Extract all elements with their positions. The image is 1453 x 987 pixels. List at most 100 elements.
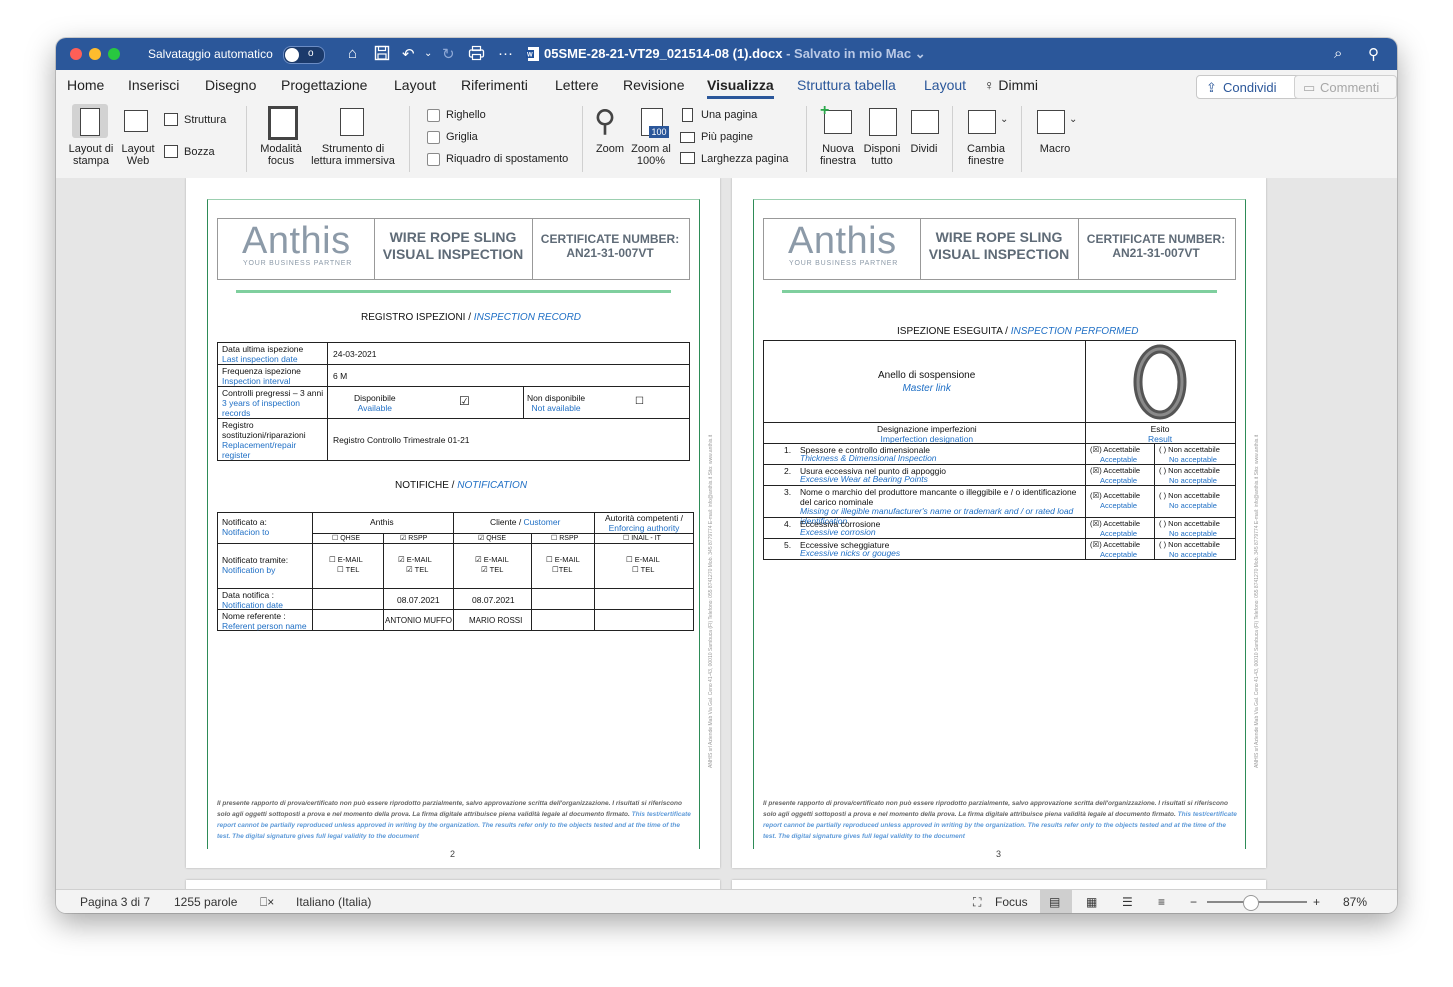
tab-dimmi[interactable]: ♀ Dimmi [984, 77, 1038, 93]
page-4[interactable] [186, 880, 720, 889]
acceptable-option[interactable]: (☒) Accettabile [1090, 540, 1140, 550]
page-width-icon[interactable] [680, 152, 695, 164]
layout-web-label[interactable]: Layout Web [120, 143, 156, 167]
zoom-slider[interactable] [1207, 895, 1307, 911]
bozza-label[interactable]: Bozza [184, 146, 215, 158]
close-window-button[interactable] [70, 48, 82, 60]
redo-icon[interactable]: ↻ [442, 45, 455, 63]
acceptable-option[interactable]: (☒) Accettabile [1090, 466, 1140, 476]
not-available-checkbox[interactable]: ☐ [635, 397, 644, 407]
not-acceptable-option[interactable]: ( ) Non accettabile [1159, 519, 1220, 529]
notification-date-label: Data notifica : Notification date [222, 590, 283, 610]
focus-mode-icon[interactable] [268, 106, 298, 140]
tab-inserisci[interactable]: Inserisci [128, 77, 179, 93]
document-title[interactable]: 05SME-28-21-VT29_021514-08 (1).docx - Sa… [544, 46, 926, 62]
tab-lettere[interactable]: Lettere [555, 77, 599, 93]
una-pagina-label[interactable]: Una pagina [701, 109, 757, 121]
riquadro-checkbox[interactable] [427, 153, 440, 166]
tab-revisione[interactable]: Revisione [623, 77, 684, 93]
cambia-finestre-label[interactable]: Cambia finestre [960, 143, 1012, 167]
proofing-icon[interactable]: ⎕× [260, 895, 274, 910]
tab-disegno[interactable]: Disegno [205, 77, 256, 93]
zoom-label[interactable]: Zoom [592, 143, 628, 155]
web-layout-icon[interactable]: ▦ [1086, 895, 1097, 909]
page-count[interactable]: Pagina 3 di 7 [80, 895, 150, 909]
draft-view-icon[interactable]: ≡ [1158, 895, 1165, 909]
acceptable-option[interactable]: (☒) Accettabile [1090, 491, 1140, 501]
chevron-down-icon[interactable]: ⌄ [1069, 114, 1077, 125]
righello-checkbox[interactable] [427, 109, 440, 122]
print-layout-icon[interactable] [80, 108, 100, 136]
zoom-level[interactable]: 87% [1343, 895, 1367, 909]
save-icon[interactable] [374, 45, 390, 65]
print-icon[interactable] [468, 45, 485, 65]
page-5[interactable] [732, 880, 1266, 889]
modalita-focus-label[interactable]: Modalità focus [256, 143, 306, 167]
lettura-immersiva-label[interactable]: Strumento di lettura immersiva [306, 143, 400, 167]
tab-home[interactable]: Home [67, 77, 104, 93]
griglia-checkbox[interactable] [427, 131, 440, 144]
acceptable-option[interactable]: (☒) Accettabile [1090, 445, 1140, 455]
tab-layout[interactable]: Layout [394, 77, 436, 93]
available-checkbox[interactable]: ☑ [459, 395, 470, 407]
search-icon[interactable]: ⌕ [1334, 45, 1342, 62]
tab-riferimenti[interactable]: Riferimenti [461, 77, 528, 93]
zoom-out-button[interactable]: − [1190, 895, 1197, 909]
layout-stampa-label[interactable]: Layout di stampa [64, 143, 118, 167]
zoom-in-button[interactable]: + [1313, 895, 1320, 909]
undo-icon[interactable]: ↶ [402, 45, 415, 63]
nuova-finestra-label[interactable]: Nuova finestra [816, 143, 860, 167]
home-icon[interactable]: ⌂ [348, 45, 357, 62]
outline-view-icon[interactable]: ☰ [1122, 895, 1133, 909]
not-acceptable-option[interactable]: ( ) Non accettabile [1159, 466, 1220, 476]
multiple-pages-icon[interactable] [680, 132, 695, 143]
customer-header: Cliente / Customer [490, 517, 560, 527]
draft-icon[interactable] [164, 145, 178, 158]
struttura-label[interactable]: Struttura [184, 114, 226, 126]
document-area[interactable]: Anthis YOUR BUSINESS PARTNER WIRE ROPE S… [56, 178, 1397, 889]
focus-icon[interactable]: ⛶ [973, 895, 981, 910]
page-2[interactable]: Anthis YOUR BUSINESS PARTNER WIRE ROPE S… [186, 178, 720, 868]
language[interactable]: Italiano (Italia) [296, 895, 371, 909]
defect-label-en: Excessive Wear at Bearing Points [800, 474, 928, 484]
share-button[interactable]: ⇪ Condividi [1196, 75, 1302, 99]
macro-label[interactable]: Macro [1031, 143, 1079, 155]
zoom-icon[interactable]: ⚲ [594, 104, 616, 139]
disponi-tutto-label[interactable]: Disponi tutto [862, 143, 902, 167]
not-acceptable-option[interactable]: ( ) Non accettabile [1159, 491, 1220, 501]
more-icon[interactable]: ··· [498, 45, 513, 62]
autosave-toggle[interactable]: o [283, 46, 325, 64]
not-acceptable-option[interactable]: ( ) Non accettabile [1159, 445, 1220, 455]
zoom-100-label[interactable]: Zoom al 100% [628, 143, 674, 167]
macro-icon[interactable] [1037, 110, 1065, 134]
arrange-all-icon[interactable] [869, 108, 897, 136]
switch-windows-icon[interactable] [968, 110, 996, 134]
zoom-window-button[interactable] [108, 48, 120, 60]
word-count[interactable]: 1255 parole [174, 895, 237, 909]
autosave-label: Salvataggio automatico [148, 47, 273, 61]
one-page-icon[interactable] [682, 108, 693, 122]
larghezza-pagina-label[interactable]: Larghezza pagina [701, 153, 788, 165]
tab-struttura-tabella[interactable]: Struttura tabella [797, 77, 896, 93]
focus-label[interactable]: Focus [995, 895, 1028, 909]
tab-layout-tabella[interactable]: Layout [924, 77, 966, 93]
tab-visualizza[interactable]: Visualizza [707, 77, 774, 99]
account-icon[interactable]: ⚲ [1368, 45, 1379, 63]
split-icon[interactable] [911, 110, 939, 134]
not-acceptable-option[interactable]: ( ) Non accettabile [1159, 540, 1220, 550]
acceptable-option[interactable]: (☒) Accettabile [1090, 519, 1140, 529]
undo-dropdown-icon[interactable]: ⌄ [424, 48, 432, 59]
chevron-down-icon[interactable]: ⌄ [1000, 114, 1008, 125]
minimize-window-button[interactable] [89, 48, 101, 60]
web-layout-icon[interactable] [124, 110, 148, 132]
immersive-reader-icon[interactable] [340, 108, 364, 136]
page-3[interactable]: Anthis YOUR BUSINESS PARTNER WIRE ROPE S… [732, 178, 1266, 868]
comments-button[interactable]: ▭ Commenti [1294, 75, 1397, 99]
outline-icon[interactable] [164, 113, 178, 126]
dividi-label[interactable]: Dividi [904, 143, 944, 155]
zoom-slider-knob[interactable] [1243, 895, 1259, 911]
chevron-down-icon: ⌄ [914, 46, 926, 61]
tab-progettazione[interactable]: Progettazione [281, 77, 367, 93]
piu-pagine-label[interactable]: Più pagine [701, 131, 753, 143]
email-option: ☑ E-MAIL [398, 555, 432, 564]
